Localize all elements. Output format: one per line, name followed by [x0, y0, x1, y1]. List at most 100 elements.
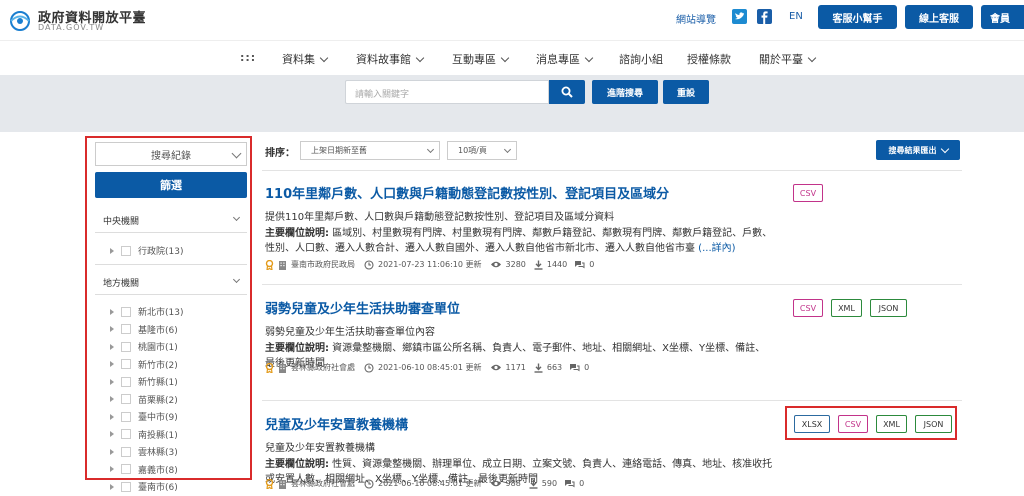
format-json-button[interactable]: JSON: [870, 299, 907, 317]
checkbox[interactable]: [121, 245, 131, 256]
dataset-fields: 主要欄位說明: 區域別、村里數現有門牌、村里數現有門牌、鄰數戶籍登記、鄰數現有門…: [265, 226, 775, 256]
page-size-select[interactable]: 10項/頁: [447, 141, 517, 160]
search-button[interactable]: [549, 80, 585, 104]
nav-item-advisory[interactable]: 諮詢小組: [619, 51, 663, 67]
agency-name[interactable]: 雲林縣政府社會處: [291, 478, 355, 489]
format-xml-button[interactable]: XML: [831, 299, 862, 317]
checkbox[interactable]: [121, 324, 131, 334]
checkbox[interactable]: [121, 341, 131, 352]
agency-name[interactable]: 雲林縣政府社會處: [291, 362, 355, 373]
award-icon: [265, 259, 274, 270]
sidebar-item[interactable]: 基隆市(6): [110, 323, 178, 336]
sort-select[interactable]: 上架日期新至舊: [300, 141, 440, 160]
expand-icon[interactable]: [110, 413, 114, 420]
sidebar-item[interactable]: 南投縣(1): [110, 428, 178, 441]
award-icon: [265, 478, 274, 489]
logo-subtitle: DATA.GOV.TW: [38, 23, 105, 32]
dataset-title[interactable]: 弱勢兒童及少年生活扶助審查單位: [265, 298, 460, 317]
dataset-meta: 臺南市政府民政局 2021-07-23 11:06:10 更新 3280 1440 0: [265, 259, 594, 270]
expand-icon[interactable]: [110, 247, 114, 254]
platform-logo-icon[interactable]: [7, 8, 33, 32]
sidebar-item[interactable]: 桃園市(1): [110, 340, 178, 353]
checkbox[interactable]: [121, 394, 131, 404]
facebook-icon[interactable]: [757, 9, 772, 24]
checkbox[interactable]: [121, 411, 131, 422]
group-central[interactable]: 中央機關: [103, 214, 139, 227]
chevron-down-icon: [940, 144, 949, 153]
comment-icon: [565, 480, 575, 488]
search-icon: [561, 86, 573, 98]
expand-icon[interactable]: [110, 396, 114, 402]
divider: [262, 284, 962, 285]
filter-button[interactable]: 篩選: [95, 172, 247, 198]
view-count: 3280: [505, 260, 526, 269]
format-csv-button[interactable]: CSV: [793, 184, 823, 202]
sidebar-item[interactable]: 臺南市(6): [110, 480, 178, 493]
export-results-button[interactable]: 搜尋結果匯出: [876, 140, 960, 160]
sitemap-link[interactable]: 網站導覽: [676, 11, 716, 26]
search-input[interactable]: 請輸入關鍵字: [345, 80, 549, 104]
checkbox[interactable]: [121, 464, 131, 474]
nav-label: 資料集: [282, 53, 315, 66]
checkbox[interactable]: [121, 359, 131, 369]
expand-icon[interactable]: [110, 326, 114, 332]
agency-name[interactable]: 臺南市政府民政局: [291, 259, 355, 270]
sidebar-item[interactable]: 雲林縣(3): [110, 445, 178, 458]
member-button[interactable]: 會員: [981, 5, 1024, 29]
more-link[interactable]: (...詳內): [695, 243, 735, 254]
nav-item-about[interactable]: 關於平臺: [759, 51, 817, 67]
nav-item-news[interactable]: 消息專區: [536, 51, 594, 67]
checkbox[interactable]: [121, 446, 131, 457]
expand-icon[interactable]: [110, 448, 114, 455]
expand-icon[interactable]: [110, 431, 114, 437]
sidebar-item[interactable]: 行政院(13): [110, 244, 183, 257]
nav-item-datasets[interactable]: 資料集: [282, 51, 329, 67]
online-service-button[interactable]: 線上客服: [905, 5, 973, 29]
export-label: 搜尋結果匯出: [888, 145, 937, 155]
main-nav: ::: 資料集 資料故事館 互動專區 消息專區 諮詢小組 授權條款 關於平臺: [0, 40, 1024, 75]
nav-label: 授權條款: [687, 53, 731, 66]
expand-icon[interactable]: [110, 378, 114, 385]
nav-item-interactive[interactable]: 互動專區: [452, 51, 510, 67]
dataset-title[interactable]: 兒童及少年安置教養機構: [265, 414, 408, 433]
sidebar-item[interactable]: 新竹市(2): [110, 358, 178, 371]
expand-icon[interactable]: [110, 343, 114, 350]
dataset-title[interactable]: 110年里鄰戶數、人口數與戶籍動態登記數按性別、登記項目及區域分: [265, 183, 669, 202]
eye-icon: [490, 480, 501, 487]
checkbox[interactable]: [121, 376, 131, 387]
nav-item-stories[interactable]: 資料故事館: [356, 51, 425, 67]
reset-button[interactable]: 重設: [663, 80, 709, 104]
twitter-icon[interactable]: [732, 9, 747, 24]
expand-icon[interactable]: [110, 361, 114, 367]
sidebar-item-label: 新竹縣(1): [138, 378, 178, 388]
fields-label: 主要欄位說明:: [265, 228, 329, 239]
customer-assistant-button[interactable]: 客服小幫手: [818, 5, 897, 29]
language-switch[interactable]: EN: [789, 11, 803, 22]
checkbox[interactable]: [121, 481, 131, 492]
group-local[interactable]: 地方機關: [103, 276, 139, 289]
checkbox[interactable]: [121, 306, 131, 317]
sidebar-item[interactable]: 苗栗縣(2): [110, 393, 178, 406]
comment-icon: [575, 261, 585, 269]
nav-menu-icon[interactable]: :::: [240, 51, 256, 64]
chevron-down-icon: [426, 145, 435, 154]
advanced-search-button[interactable]: 進階搜尋: [592, 80, 658, 104]
expand-icon[interactable]: [110, 308, 114, 315]
comment-count: 0: [589, 260, 595, 269]
expand-icon[interactable]: [110, 466, 114, 472]
search-history-select[interactable]: 搜尋紀錄: [95, 142, 247, 166]
expand-icon[interactable]: [110, 483, 114, 490]
sidebar-item[interactable]: 新北市(13): [110, 305, 183, 318]
dataset-meta: 雲林縣政府社會處 2021-06-10 08:45:01 更新 1171 663 0: [265, 362, 589, 373]
nav-item-license[interactable]: 授權條款: [687, 51, 731, 67]
checkbox[interactable]: [121, 429, 131, 439]
building-icon: [279, 260, 286, 270]
format-csv-button[interactable]: CSV: [793, 299, 823, 317]
download-count: 663: [546, 363, 563, 372]
chevron-down-icon: [503, 145, 512, 154]
chevron-down-icon: [415, 53, 425, 62]
fields-label: 主要欄位說明:: [265, 459, 329, 470]
sidebar-item[interactable]: 嘉義市(8): [110, 463, 178, 476]
sidebar-item[interactable]: 新竹縣(1): [110, 375, 178, 388]
sidebar-item[interactable]: 臺中市(9): [110, 410, 178, 423]
